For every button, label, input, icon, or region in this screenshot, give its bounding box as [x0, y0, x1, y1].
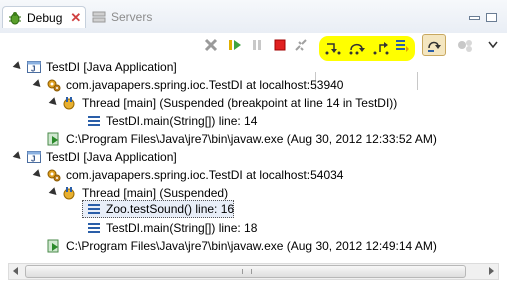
expanded-triangle-icon[interactable]: [32, 79, 44, 90]
threads-group-icon[interactable]: [456, 35, 476, 55]
step-into-icon[interactable]: [323, 38, 343, 58]
tree-item-stack-frame[interactable]: TestDI.main(String[]) line: 18: [86, 219, 257, 237]
tree-item-label: Thread [main] (Suspended (breakpoint at …: [82, 96, 398, 110]
tree-item-label: Thread [main] (Suspended): [82, 186, 229, 200]
tree-item-thread[interactable]: Thread [main] (Suspended (breakpoint at …: [48, 94, 398, 112]
debug-toolbar: [0, 34, 507, 90]
tree-item-label: com.javapapers.spring.ioc.TestDI at loca…: [66, 78, 344, 92]
suspended-thread-icon: [62, 95, 78, 111]
maximize-button[interactable]: [486, 13, 497, 22]
tab-servers[interactable]: Servers: [90, 6, 160, 28]
expanded-triangle-icon[interactable]: [12, 61, 24, 72]
view-menu-icon[interactable]: [483, 35, 503, 55]
tree-item-stack-frame-selected[interactable]: Zoo.testSound() line: 16: [86, 200, 234, 218]
tree-item-label: Zoo.testSound() line: 16: [106, 202, 235, 216]
process-icon: [46, 238, 62, 254]
expanded-triangle-icon[interactable]: [32, 169, 44, 180]
servers-icon: [92, 10, 106, 24]
tab-debug[interactable]: Debug ✕: [2, 6, 86, 28]
scrollbar-grip: [241, 269, 252, 274]
tree-item-label: C:\Program Files\Java\jre7\bin\javaw.exe…: [66, 239, 437, 253]
drop-to-frame-icon[interactable]: [392, 35, 412, 55]
terminate-icon[interactable]: [270, 35, 290, 55]
scroll-left-icon[interactable]: [13, 267, 18, 275]
remove-terminated-icon[interactable]: [201, 35, 221, 55]
debug-target-gears-icon: [46, 77, 62, 93]
tree-item-label: TestDI [Java Application]: [46, 150, 177, 164]
svg-text:J: J: [31, 155, 35, 164]
tree-item-label: C:\Program Files\Java\jre7\bin\javaw.exe…: [66, 132, 437, 146]
tree-item-stack-frame[interactable]: TestDI.main(String[]) line: 14: [86, 112, 257, 130]
tree-item-launch[interactable]: J TestDI [Java Application]: [12, 148, 177, 166]
java-application-icon: J: [26, 59, 42, 75]
disconnect-icon[interactable]: [291, 35, 311, 55]
horizontal-scrollbar[interactable]: [8, 263, 499, 280]
scrollbar-thumb[interactable]: [25, 265, 466, 278]
close-tab-icon[interactable]: ✕: [70, 11, 81, 24]
debug-target-gears-icon: [46, 167, 62, 183]
tree-item-launch[interactable]: J TestDI [Java Application]: [12, 58, 177, 76]
view-tab-bar: Debug ✕ Servers: [0, 0, 507, 33]
tree-item-label: TestDI.main(String[]) line: 18: [106, 221, 258, 235]
suspend-icon[interactable]: [247, 35, 267, 55]
suspended-thread-icon: [62, 185, 78, 201]
debug-bug-icon: [8, 11, 22, 25]
tree-item-label: TestDI [Java Application]: [46, 60, 177, 74]
expanded-triangle-icon[interactable]: [48, 187, 60, 198]
expanded-triangle-icon[interactable]: [12, 151, 24, 162]
tree-item-process[interactable]: C:\Program Files\Java\jre7\bin\javaw.exe…: [46, 237, 437, 255]
toolbar-separator: [417, 72, 418, 90]
resume-icon[interactable]: [225, 35, 245, 55]
process-icon: [46, 131, 62, 147]
svg-text:J: J: [31, 65, 35, 74]
java-application-icon: J: [26, 149, 42, 165]
step-over-icon[interactable]: [347, 38, 367, 58]
stack-frame-icon: [86, 113, 102, 129]
stack-frame-icon: [86, 220, 102, 236]
tree-item-debug-target[interactable]: com.javapapers.spring.ioc.TestDI at loca…: [32, 166, 344, 184]
tab-debug-label: Debug: [27, 10, 63, 25]
tree-item-label: com.javapapers.spring.ioc.TestDI at loca…: [66, 168, 344, 182]
minimize-button[interactable]: [469, 16, 480, 20]
tab-servers-label: Servers: [111, 10, 153, 24]
tree-item-process[interactable]: C:\Program Files\Java\jre7\bin\javaw.exe…: [46, 130, 437, 148]
tree-item-label: TestDI.main(String[]) line: 14: [106, 114, 258, 128]
expanded-triangle-icon[interactable]: [48, 97, 60, 108]
step-return-icon[interactable]: [371, 38, 391, 58]
scroll-right-icon[interactable]: [489, 267, 494, 275]
stack-frame-icon: [86, 201, 102, 217]
use-step-filters-icon[interactable]: [422, 34, 446, 56]
tree-item-debug-target[interactable]: com.javapapers.spring.ioc.TestDI at loca…: [32, 76, 344, 94]
